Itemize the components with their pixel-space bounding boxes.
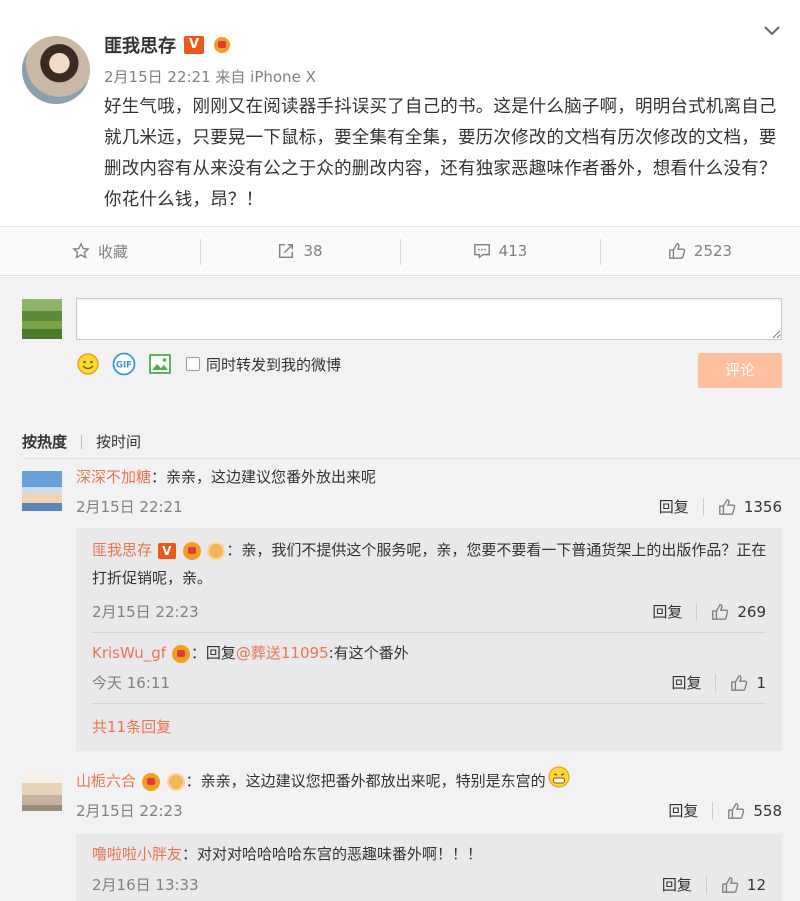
- grin-emoji-icon: [547, 765, 571, 798]
- like-button[interactable]: 2523: [600, 227, 800, 275]
- comment-like-count: 558: [753, 801, 782, 820]
- action-bar: 收藏 38 413 2523: [0, 226, 800, 276]
- reply-like-count: 269: [737, 602, 766, 621]
- reply-text-row: 匪我思存 V ：亲，我们不提供这个服务呢，亲，您要不要看一下普通货架上的出版作品…: [92, 536, 772, 592]
- commenter-name[interactable]: 山栀六合: [76, 772, 136, 790]
- reply-button[interactable]: 回复: [652, 601, 682, 622]
- verified-v-icon: V: [157, 542, 176, 559]
- ops-divider: [705, 875, 707, 894]
- svg-text:GIF: GIF: [116, 361, 132, 371]
- divider: [92, 703, 766, 704]
- vip-crown-icon: [212, 35, 234, 55]
- composer-tools: GIF 同时转发到我的微博: [76, 350, 341, 378]
- repost-button[interactable]: 38: [200, 227, 400, 275]
- comment-date: 2月15日 22:23: [76, 802, 183, 820]
- comment-ops: 回复 558: [668, 800, 782, 821]
- repost-icon: [279, 243, 294, 259]
- reply-button[interactable]: 回复: [668, 800, 698, 821]
- commenter-name[interactable]: 深深不加糖: [76, 468, 151, 486]
- comment-icon: [473, 243, 490, 259]
- author-avatar[interactable]: [22, 36, 90, 104]
- thumbs-up-icon[interactable]: [730, 674, 748, 692]
- submit-comment-button[interactable]: 评论: [698, 353, 782, 388]
- reply-button[interactable]: 回复: [662, 874, 692, 895]
- reply-ops: 回复 269: [652, 601, 766, 622]
- reply-like-count: 12: [746, 875, 766, 894]
- fan-medal-icon: [207, 541, 226, 560]
- weibo-post: 匪我思存 V 2月15日 22:21 来自 iPhone X 好生气哦，刚刚又在…: [0, 0, 800, 226]
- image-icon[interactable]: [148, 352, 172, 376]
- comment-button[interactable]: 413: [400, 227, 600, 275]
- gif-icon[interactable]: GIF: [112, 352, 136, 376]
- current-user-avatar[interactable]: [22, 299, 62, 339]
- like-count: 2523: [693, 242, 733, 260]
- post-body: 好生气哦，刚刚又在阅读器手抖误买了自己的书。这是什么脑子啊，明明台式机离自己就几…: [104, 97, 777, 210]
- comment-count: 413: [498, 242, 528, 260]
- reply-ops: 回复 12: [662, 874, 766, 895]
- vip-crown-icon: [182, 541, 201, 560]
- comment-text: ：亲亲，这边建议您番外放出来呢: [151, 468, 377, 486]
- comment-text: ：亲亲，这边建议您把番外都放出来呢，特别是东宫的: [185, 772, 546, 790]
- reply-author-name[interactable]: 噜啦啦小胖友: [92, 845, 182, 863]
- ops-divider: [715, 673, 717, 692]
- fan-medal-icon: [166, 772, 185, 791]
- thumbs-up-icon[interactable]: [727, 802, 745, 820]
- reply-text-row: KrisWu_gf ：回复@葬送11095:有这个番外: [92, 639, 772, 667]
- ops-divider: [702, 497, 704, 516]
- thumbs-up-icon[interactable]: [718, 498, 736, 516]
- vip-crown-icon: [141, 772, 160, 791]
- star-icon: [72, 242, 90, 259]
- reply-date: 2月15日 22:23: [92, 603, 199, 621]
- comment-ops: 回复 1356: [659, 496, 782, 517]
- reply-ops: 回复 1: [671, 672, 766, 693]
- author-row: 匪我思存 V: [104, 30, 234, 60]
- repost-checkbox[interactable]: [186, 357, 200, 371]
- repost-count: 38: [303, 242, 323, 260]
- comment-like-count: 1356: [743, 497, 782, 516]
- reply-date: 今天 16:11: [92, 674, 170, 692]
- comment-text-row: 山栀六合 ：亲亲，这边建议您把番外都放出来呢，特别是东宫的: [76, 765, 776, 798]
- ops-divider: [696, 602, 698, 621]
- chevron-down-icon[interactable]: [762, 22, 782, 42]
- divider: [92, 632, 766, 633]
- reply-author-name[interactable]: KrisWu_gf: [92, 644, 166, 662]
- ops-divider: [712, 801, 714, 820]
- reply-text: :有这个番外: [328, 644, 409, 662]
- author-name[interactable]: 匪我思存: [104, 32, 176, 58]
- reply-box: 匪我思存 V ：亲，我们不提供这个服务呢，亲，您要不要看一下普通货架上的出版作品…: [76, 528, 782, 751]
- favorite-label: 收藏: [97, 242, 128, 261]
- reply-button[interactable]: 回复: [671, 672, 701, 693]
- reply-text: ：对对对哈哈哈哈东宫的恶趣味番外啊！！！: [182, 845, 483, 863]
- vip-crown-icon: [171, 644, 190, 663]
- tab-sort-time[interactable]: 按时间: [96, 431, 141, 452]
- divider: [22, 458, 800, 459]
- comment-panel: GIF 同时转发到我的微博 评论 按热度 按时间 深深不加糖：亲亲，这边建议您番…: [0, 277, 800, 901]
- commenter-avatar[interactable]: [22, 471, 62, 511]
- mention-link[interactable]: @葬送11095: [236, 644, 329, 662]
- favorite-button[interactable]: 收藏: [0, 227, 200, 275]
- emoji-icon[interactable]: [76, 352, 100, 376]
- comment-text-row: 深深不加糖：亲亲，这边建议您番外放出来呢: [76, 463, 776, 491]
- repost-checkbox-label[interactable]: 同时转发到我的微博: [206, 354, 341, 375]
- verified-v-icon: V: [184, 36, 204, 54]
- thumbs-up-icon[interactable]: [721, 876, 739, 894]
- more-replies-link[interactable]: 共11条回复: [92, 716, 171, 737]
- reply-like-count: 1: [756, 673, 766, 692]
- reply-text-prefix: ：回复: [190, 644, 236, 662]
- comment-date: 2月15日 22:21: [76, 498, 183, 516]
- thumbs-up-icon[interactable]: [711, 603, 729, 621]
- reply-button[interactable]: 回复: [659, 496, 689, 517]
- reply-author-name[interactable]: 匪我思存: [92, 541, 152, 559]
- comment-input[interactable]: [76, 298, 782, 340]
- reply-date: 2月16日 13:33: [92, 876, 199, 894]
- reply-text-row: 噜啦啦小胖友：对对对哈哈哈哈东宫的恶趣味番外啊！！！: [92, 840, 772, 868]
- reply-box: 噜啦啦小胖友：对对对哈哈哈哈东宫的恶趣味番外啊！！！ 2月16日 13:33 回…: [76, 834, 782, 901]
- commenter-avatar[interactable]: [22, 771, 62, 811]
- sort-tabs: 按热度 按时间: [22, 431, 141, 452]
- sort-divider: [81, 434, 83, 449]
- post-meta: 2月15日 22:21 来自 iPhone X: [104, 68, 316, 86]
- tab-sort-hot[interactable]: 按热度: [22, 431, 67, 452]
- thumbs-up-icon: [669, 243, 686, 259]
